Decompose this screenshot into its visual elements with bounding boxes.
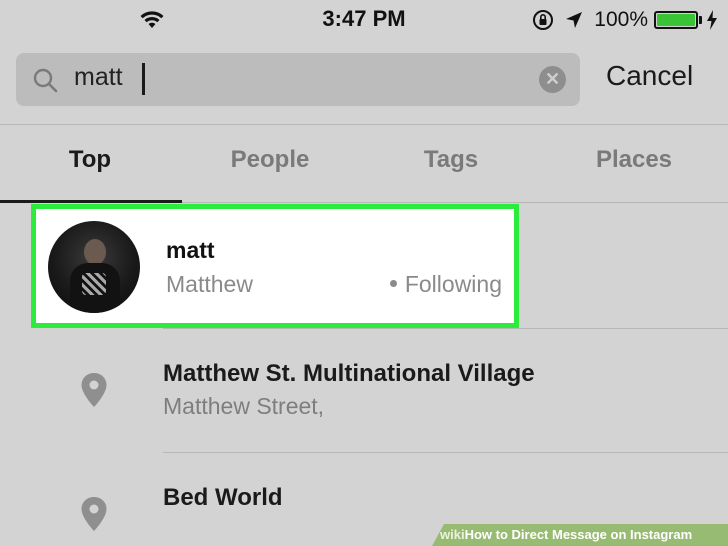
location-arrow-icon [566,12,583,28]
close-icon: ✕ [544,69,561,89]
search-input[interactable]: matt ✕ [16,53,580,106]
avatar-head [84,239,106,265]
tab-people[interactable]: People [190,146,350,174]
status-right-group: 100% [532,6,718,34]
status-bar: 3:47 PM 100% [0,0,728,40]
watermark-how: How [464,527,493,542]
place-title: Bed World [163,484,283,511]
battery-icon [654,11,698,29]
following-label: Following [404,271,502,297]
active-tab-indicator [0,200,182,203]
text-cursor [142,63,145,95]
charging-bolt-icon [707,10,717,30]
place-subtitle: Matthew Street, [163,393,325,419]
watermark-wiki: wiki [440,527,465,542]
place-title: Matthew St. Multinational Village [163,360,535,387]
user-result-row[interactable]: matt Matthew Following [31,204,519,328]
battery-cap [699,16,702,24]
following-status: Following [389,271,502,298]
divider [182,202,728,203]
location-pin-icon [81,497,107,531]
divider [0,124,728,125]
user-full-name: Matthew [166,271,253,297]
cancel-button[interactable]: Cancel [606,60,693,92]
clear-search-button[interactable]: ✕ [539,66,566,93]
watermark-title: to Direct Message on Instagram [492,527,693,542]
divider [163,328,728,329]
avatar [48,221,140,313]
dot-separator [389,280,397,288]
tab-tags[interactable]: Tags [371,146,531,174]
search-icon [33,68,58,93]
watermark-text: wikiHow to Direct Message on Instagram [440,527,692,542]
search-query[interactable]: matt [74,63,123,92]
avatar-shirt-print [82,273,106,295]
battery-percent: 100% [594,8,648,31]
location-pin-icon [81,373,107,407]
rotation-lock-icon [533,10,554,30]
username: matt [166,237,215,263]
divider [163,452,728,453]
tab-places[interactable]: Places [554,146,714,174]
battery-fill [657,14,695,26]
wikihow-watermark: wikiHow to Direct Message on Instagram [432,524,728,546]
tab-top[interactable]: Top [10,146,170,174]
